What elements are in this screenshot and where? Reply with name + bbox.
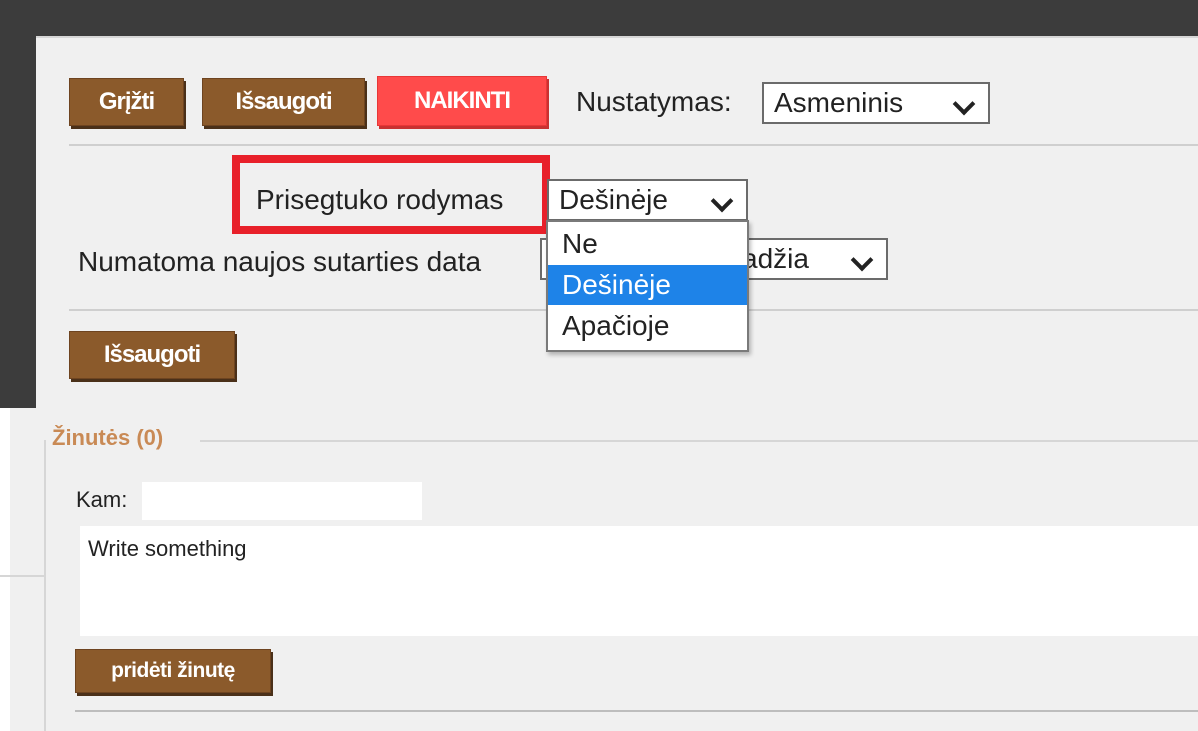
attachment-display-label: Prisegtuko rodymas (256, 184, 504, 215)
dropdown-option-desineje[interactable]: Dešinėje (548, 265, 747, 305)
messages-fieldset-top-border (200, 440, 1198, 442)
recipient-label: Kam: (76, 487, 128, 512)
settings-label: Nustatymas: (576, 86, 732, 117)
chevron-down-icon (710, 189, 734, 213)
add-message-button[interactable]: pridėti žinutę (75, 649, 271, 693)
save-button-bottom[interactable]: Išsaugoti (69, 331, 235, 379)
window-frame-top (0, 0, 1198, 36)
messages-legend: Žinutės (0) (52, 425, 168, 451)
divider-bottom (75, 710, 1198, 712)
contract-date-value: adžia (742, 243, 809, 274)
settings-select-value: Asmeninis (774, 87, 904, 118)
attachment-display-dropdown: Ne Dešinėje Apačioje (546, 220, 749, 352)
contract-date-label: Numatoma naujos sutarties data (78, 246, 482, 277)
dropdown-option-ne[interactable]: Ne (548, 224, 747, 264)
settings-select[interactable]: Asmeninis (762, 82, 990, 124)
chevron-down-icon (952, 92, 976, 116)
divider-top (69, 144, 1198, 146)
delete-button[interactable]: NAIKINTI (377, 76, 547, 126)
messages-fieldset-border (44, 440, 46, 731)
dropdown-option-apacioje[interactable]: Apačioje (548, 306, 747, 346)
attachment-display-select[interactable]: Dešinėje (547, 179, 748, 221)
back-button[interactable]: Grįžti (69, 78, 184, 126)
left-strip-divider (0, 575, 44, 577)
recipient-input[interactable] (142, 482, 422, 520)
attachment-display-value: Dešinėje (559, 184, 668, 215)
save-button-top[interactable]: Išsaugoti (202, 78, 365, 126)
chevron-down-icon (850, 248, 874, 272)
message-textarea[interactable]: Write something (80, 526, 1198, 636)
window-frame-left (0, 0, 36, 408)
left-strip (0, 408, 10, 731)
